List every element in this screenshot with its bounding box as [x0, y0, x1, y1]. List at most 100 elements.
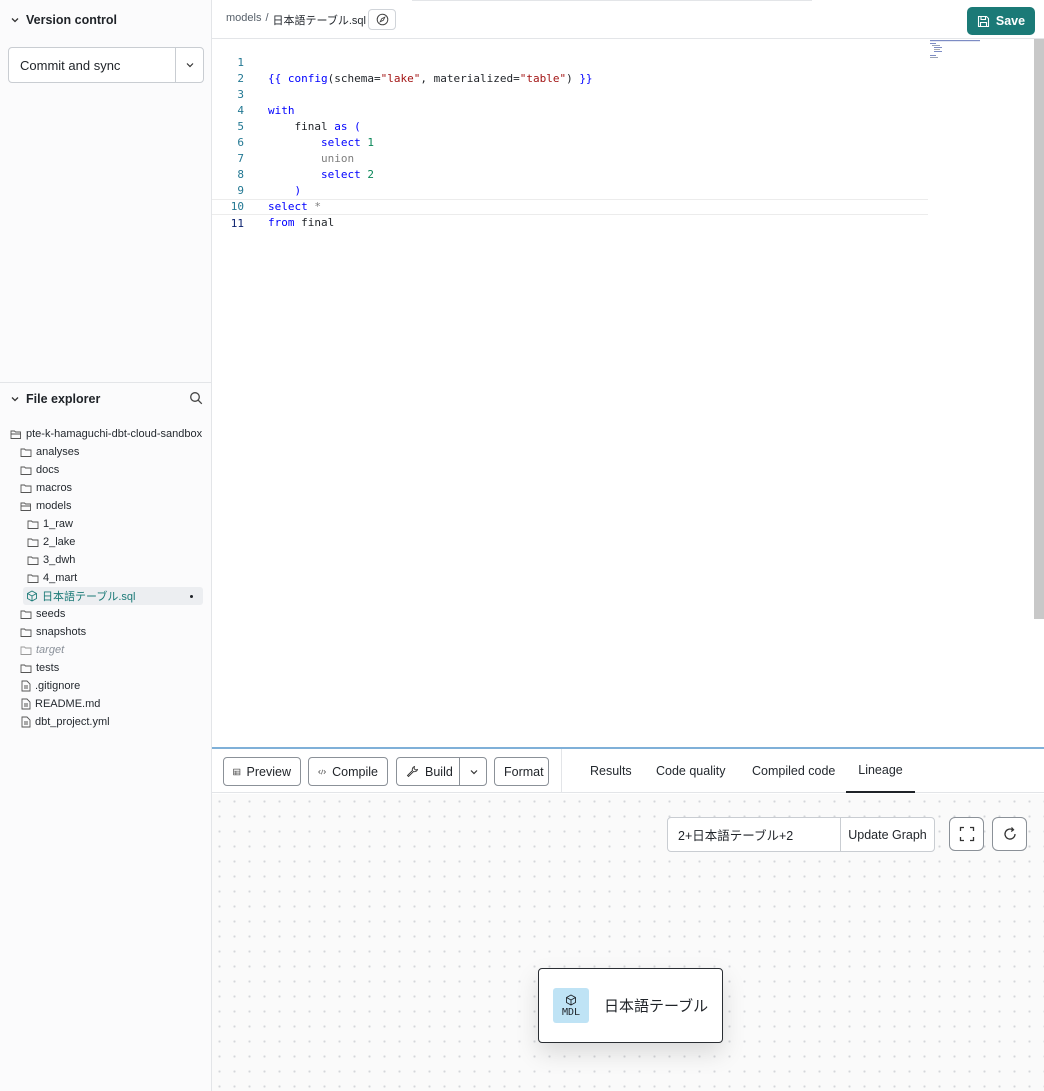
- code-line: 2: [212, 55, 928, 85]
- tab-lineage[interactable]: Lineage: [846, 749, 915, 793]
- chevron-down-icon: [11, 18, 19, 23]
- code-editor[interactable]: 1 {{ config(schema="lake", materialized=…: [212, 39, 1044, 747]
- search-icon[interactable]: [189, 391, 203, 405]
- tree-item-gitignore[interactable]: .gitignore: [21, 677, 80, 695]
- fullscreen-button[interactable]: [949, 817, 984, 851]
- version-control-title: Version control: [26, 13, 117, 27]
- model-type-label: MDL: [561, 1006, 581, 1018]
- tree-item-docs[interactable]: docs: [20, 461, 59, 479]
- tree-item-project-root[interactable]: pte-k-hamaguchi-dbt-cloud-sandbox: [10, 425, 202, 443]
- tree-item-1-raw[interactable]: 1_raw: [27, 515, 73, 533]
- version-control-header[interactable]: Version control: [10, 13, 117, 27]
- tab-compiled-code[interactable]: Compiled code: [752, 749, 835, 793]
- chevron-down-icon: [470, 769, 477, 774]
- compile-button[interactable]: Compile: [308, 757, 388, 786]
- compile-label: Compile: [332, 764, 378, 779]
- tree-item-label: models: [36, 500, 72, 512]
- tree-item-model-file[interactable]: 日本語テーブル.sql: [23, 587, 203, 605]
- reference-button[interactable]: [368, 9, 396, 30]
- table-icon: [233, 768, 241, 775]
- cube-icon: [27, 590, 37, 602]
- code-line: 10 from final: [212, 183, 928, 229]
- commit-and-sync-control: Commit and sync: [8, 47, 204, 83]
- code-line: 3 with: [212, 71, 928, 117]
- toolbar-separator: [561, 749, 562, 793]
- command-toolbar: Preview Compile Build Format Results Cod…: [212, 749, 1044, 793]
- tree-item-label: seeds: [36, 608, 66, 620]
- sidebar-divider: [0, 382, 211, 383]
- code-line: 7 select 2: [212, 135, 928, 181]
- tree-item-seeds[interactable]: seeds: [20, 605, 65, 623]
- build-split-button: Build: [396, 757, 487, 786]
- file-explorer-header[interactable]: File explorer: [10, 392, 100, 406]
- code-text: from final: [268, 216, 335, 229]
- commit-dropdown-button[interactable]: [175, 48, 203, 82]
- line-number: 11: [230, 217, 244, 230]
- file-icon: [21, 680, 31, 692]
- tab-results[interactable]: Results: [590, 749, 632, 793]
- tree-item-label: snapshots: [36, 626, 87, 638]
- commit-and-sync-button[interactable]: Commit and sync: [9, 48, 175, 82]
- tree-item-snapshots[interactable]: snapshots: [20, 623, 86, 641]
- tree-item-label: 4_mart: [43, 572, 78, 584]
- tree-item-label: macros: [36, 482, 73, 494]
- tree-item-label: 日本語テーブル.sql: [42, 591, 136, 603]
- folder-icon: [27, 556, 39, 565]
- lineage-node[interactable]: MDL 日本語テーブル: [538, 968, 723, 1043]
- unsaved-indicator: [190, 595, 193, 598]
- code-line: 4 final as (: [212, 87, 928, 133]
- graph-selector-input[interactable]: 2+日本語テーブル+2: [668, 818, 840, 851]
- tree-item-dbt-project[interactable]: dbt_project.yml: [21, 713, 110, 731]
- code-icon: [318, 769, 326, 774]
- tree-item-analyses[interactable]: analyses: [20, 443, 79, 461]
- minimap[interactable]: [930, 39, 986, 69]
- folder-icon: [27, 520, 39, 529]
- folder-icon: [20, 610, 32, 619]
- format-label: Format: [504, 764, 544, 779]
- tree-item-label: pte-k-hamaguchi-dbt-cloud-sandbox: [26, 428, 203, 440]
- tree-item-readme[interactable]: README.md: [21, 695, 100, 713]
- save-button[interactable]: Save: [967, 7, 1035, 35]
- tree-item-label: 3_dwh: [43, 554, 76, 566]
- file-icon: [21, 698, 31, 710]
- tree-item-3-dwh[interactable]: 3_dwh: [27, 551, 75, 569]
- folder-icon: [20, 484, 32, 493]
- folder-icon: [20, 664, 32, 673]
- tree-item-models[interactable]: models: [20, 497, 71, 515]
- build-button[interactable]: Build: [397, 758, 462, 785]
- tab-code-quality[interactable]: Code quality: [656, 749, 726, 793]
- tab-strip-line: [412, 0, 812, 3]
- format-button[interactable]: Format: [494, 757, 549, 786]
- save-icon: [977, 15, 989, 27]
- folder-icon: [20, 466, 32, 475]
- file-explorer-title: File explorer: [26, 392, 101, 406]
- folder-icon: [27, 538, 39, 547]
- tree-item-label: dbt_project.yml: [35, 716, 110, 728]
- folder-open-icon: [20, 502, 31, 511]
- breadcrumb-parent[interactable]: models: [226, 12, 261, 28]
- update-graph-button[interactable]: Update Graph: [840, 818, 934, 851]
- node-label: 日本語テーブル: [604, 998, 709, 1015]
- compass-icon: [376, 13, 388, 26]
- folder-icon: [20, 646, 32, 655]
- chevron-down-icon: [186, 63, 193, 68]
- tree-item-4-mart[interactable]: 4_mart: [27, 569, 77, 587]
- tree-item-2-lake[interactable]: 2_lake: [27, 533, 75, 551]
- refresh-button[interactable]: [992, 817, 1027, 851]
- build-dropdown-button[interactable]: [459, 758, 487, 785]
- tree-item-tests[interactable]: tests: [20, 659, 59, 677]
- code-line: 1 {{ config(schema="lake", materialized=…: [212, 39, 928, 85]
- lineage-canvas[interactable]: 2+日本語テーブル+2 Update Graph MDL 日本語テーブル: [212, 794, 1044, 1091]
- tree-item-label: README.md: [35, 698, 101, 710]
- tree-item-label: target: [36, 644, 65, 656]
- wrench-icon: [406, 765, 419, 778]
- editor-header: models / 日本語テーブル.sql Save: [212, 0, 1044, 39]
- preview-button[interactable]: Preview: [223, 757, 301, 786]
- tree-item-target[interactable]: target: [20, 641, 64, 659]
- tree-item-label: tests: [36, 662, 60, 674]
- tree-item-label: analyses: [36, 446, 80, 458]
- editor-scrollbar[interactable]: [1034, 39, 1044, 619]
- tree-item-macros[interactable]: macros: [20, 479, 72, 497]
- tree-item-label: docs: [36, 464, 60, 476]
- cube-icon: [566, 993, 576, 1006]
